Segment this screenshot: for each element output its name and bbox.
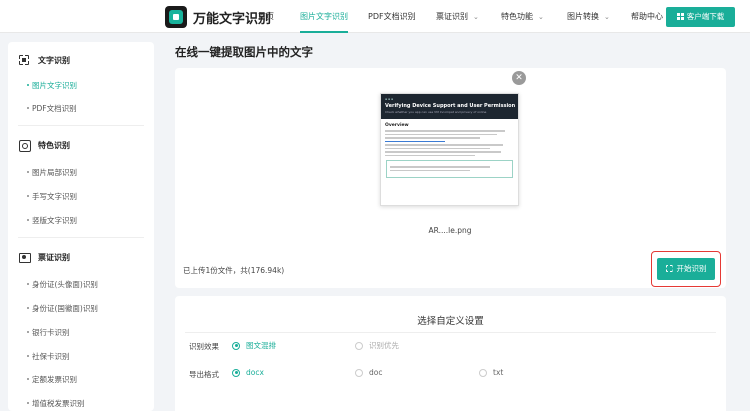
nav-pdf-ocr-label: PDF文档识别 <box>368 12 416 21</box>
sidebar-item-id-back-ocr[interactable]: 身份证(国徽面)识别 <box>27 303 98 314</box>
sidebar-item-image-ocr[interactable]: 图片文字识别 <box>27 80 77 91</box>
nav-ticket-ocr[interactable]: 票证识别 ⌄ <box>436 0 479 33</box>
image-preview-thumbnail[interactable]: ▪ ▪ ▪ Verifying Device Support and User … <box>380 93 519 206</box>
sidebar-section-title: 票证识别 <box>38 252 70 262</box>
nav-image-convert[interactable]: 图片转换 ⌄ <box>567 0 610 33</box>
settings-divider <box>185 332 716 333</box>
upload-status: 已上传1份文件，共(176.94k) <box>183 266 285 275</box>
radio-recognition-first[interactable]: 识别优先 <box>355 340 399 351</box>
sidebar: 文字识别 图片文字识别 PDF文档识别 特色识别 图片局部识别 手写文字识别 竖… <box>8 42 154 411</box>
sidebar-item-quota-invoice-ocr[interactable]: 定额发票识别 <box>27 374 77 385</box>
preview-heading: Verifying Device Support and User Permis… <box>385 103 516 109</box>
nav-help-label: 帮助中心 <box>631 12 663 21</box>
sidebar-section-title: 特色识别 <box>38 140 70 150</box>
radio-docx[interactable]: docx <box>232 368 264 377</box>
chevron-down-icon: ⌄ <box>473 13 479 21</box>
sidebar-section-features: 特色识别 <box>18 139 70 152</box>
radio-dot <box>232 341 240 350</box>
start-recognition-button[interactable]: 开始识别 <box>657 258 715 280</box>
radio-label: txt <box>493 368 504 377</box>
sidebar-divider <box>18 125 144 126</box>
preview-text-line <box>390 166 490 168</box>
preview-note-box <box>386 160 513 178</box>
nav-help[interactable]: 帮助中心 <box>631 0 663 33</box>
preview-text-line <box>390 169 470 171</box>
preview-text-line <box>385 133 497 135</box>
radio-label: 识别优先 <box>369 341 399 350</box>
preview-text-line <box>385 137 480 139</box>
start-recognition-label: 开始识别 <box>676 264 707 273</box>
scan-text-icon <box>18 54 30 66</box>
sidebar-item-id-front-ocr[interactable]: 身份证(头像面)识别 <box>27 279 98 290</box>
client-download-button[interactable]: 客户端下载 <box>666 7 735 27</box>
nav-image-convert-label: 图片转换 <box>567 12 599 21</box>
nav-ticket-ocr-label: 票证识别 <box>436 12 468 21</box>
nav-image-ocr[interactable]: 图片文字识别 <box>300 0 348 33</box>
preview-text-line <box>385 154 475 156</box>
sidebar-item-pdf-ocr[interactable]: PDF文档识别 <box>27 103 77 114</box>
sidebar-section-tickets: 票证识别 <box>18 251 70 263</box>
top-nav-bar: 万能文字识别 首页 图片文字识别 PDF文档识别 票证识别 ⌄ 特色功能 ⌄ 图片转… <box>0 0 750 33</box>
nav-pdf-ocr[interactable]: PDF文档识别 <box>368 0 416 33</box>
sidebar-section-title: 文字识别 <box>38 55 70 65</box>
file-name: AR....le.png <box>428 226 472 235</box>
nav-home[interactable]: 首页 <box>258 0 274 33</box>
logo-icon <box>165 6 187 28</box>
radio-dot <box>355 341 363 350</box>
radio-mixed-layout[interactable]: 图文混排 <box>232 340 276 351</box>
preview-kicker: ▪ ▪ ▪ <box>385 97 394 101</box>
radio-dot <box>479 368 487 377</box>
sidebar-section-text-ocr: 文字识别 <box>18 54 70 66</box>
close-icon[interactable]: ✕ <box>512 71 526 85</box>
preview-text-line <box>385 130 505 132</box>
nav-image-ocr-label: 图片文字识别 <box>300 12 348 21</box>
radio-dot <box>232 368 240 377</box>
preview-text-line <box>385 151 501 153</box>
sidebar-item-social-card-ocr[interactable]: 社保卡识别 <box>27 351 70 362</box>
preview-text-line <box>385 144 503 146</box>
sidebar-item-bankcard-ocr[interactable]: 银行卡识别 <box>27 327 70 338</box>
preview-header: ▪ ▪ ▪ Verifying Device Support and User … <box>381 94 518 119</box>
sidebar-item-partial-ocr[interactable]: 图片局部识别 <box>27 167 77 178</box>
radio-label: docx <box>246 368 264 377</box>
sidebar-item-handwriting-ocr[interactable]: 手写文字识别 <box>27 191 77 202</box>
windows-icon <box>676 13 684 20</box>
recognition-effect-label: 识别效果 <box>189 342 219 351</box>
sidebar-item-vat-invoice-ocr[interactable]: 增值税发票识别 <box>27 398 85 409</box>
export-format-label: 导出格式 <box>189 370 219 379</box>
app-logo[interactable]: 万能文字识别 <box>165 6 271 28</box>
page-title: 在线一键提取图片中的文字 <box>175 45 313 59</box>
settings-title: 选择自定义设置 <box>417 316 484 327</box>
nav-home-label: 首页 <box>258 12 274 21</box>
scan-icon <box>665 265 673 272</box>
preview-text-line <box>385 147 490 149</box>
chevron-down-icon: ⌄ <box>604 13 610 21</box>
radio-label: doc <box>369 368 383 377</box>
sidebar-divider <box>18 237 144 238</box>
client-download-label: 客户端下载 <box>686 12 725 21</box>
nav-features[interactable]: 特色功能 ⌄ <box>501 0 544 33</box>
preview-text-line <box>385 140 445 142</box>
radio-txt[interactable]: txt <box>479 368 503 377</box>
chevron-down-icon: ⌄ <box>538 13 544 21</box>
preview-subheading: Check whether you app can use VM Incompa… <box>385 110 487 114</box>
radio-label: 图文混排 <box>246 341 276 350</box>
ticket-scan-icon <box>18 251 31 263</box>
radio-doc[interactable]: doc <box>355 368 382 377</box>
preview-section-title: Overview <box>385 123 409 128</box>
radio-dot <box>355 368 363 377</box>
nav-features-label: 特色功能 <box>501 12 533 21</box>
sidebar-item-vertical-ocr[interactable]: 竖版文字识别 <box>27 215 77 226</box>
feature-icon <box>18 139 31 152</box>
